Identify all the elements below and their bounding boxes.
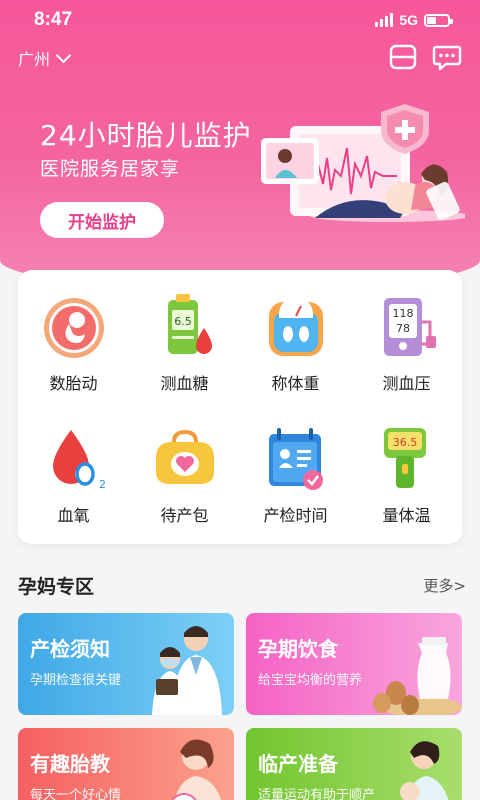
hero-title: 24小时胎儿监护 — [40, 119, 252, 152]
fetal-monitor-illustration — [261, 104, 465, 222]
card-pregnancy-diet[interactable]: 孕期饮食 给宝宝均衡的营养 — [246, 613, 462, 715]
checkup-calendar-icon — [268, 428, 323, 490]
tool-maternity-bag[interactable]: 待产包 — [129, 424, 240, 526]
tool-label: 血氧 — [57, 506, 90, 525]
tool-label: 测血糖 — [160, 374, 209, 393]
battery-icon — [424, 13, 453, 27]
glucose-value: 6.5 — [174, 315, 192, 328]
temperature-value: 36.5 — [392, 436, 417, 449]
tool-label: 产检时间 — [263, 506, 328, 525]
scan-icon[interactable] — [388, 42, 418, 72]
status-indicators: 5G — [375, 12, 453, 28]
card-title: 产检须知 — [30, 637, 110, 661]
chevron-down-icon — [55, 47, 72, 63]
header-actions — [388, 42, 462, 72]
tool-label: 测血压 — [382, 374, 431, 393]
glucose-meter-icon: 6.5 — [167, 294, 212, 354]
city-selector[interactable]: 广州 — [18, 46, 72, 70]
blood-oxygen-icon: 2 — [52, 430, 106, 491]
section-title: 孕妈专区 — [18, 576, 95, 598]
card-desc: 每天一个好心情 — [30, 788, 122, 800]
fetus-icon — [43, 298, 104, 358]
signal-icon — [375, 13, 394, 27]
card-desc: 给宝宝均衡的营养 — [258, 673, 363, 688]
card-title: 有趣胎教 — [30, 752, 110, 776]
tool-blood-glucose[interactable]: 6.5 测血糖 — [129, 292, 240, 394]
tool-fetal-movement[interactable]: 数胎动 — [18, 292, 129, 394]
doctors-illustration — [152, 626, 222, 715]
tools-card: 数胎动 6.5 测血糖 称体重 118 78 测血压 2 血氧 待产包 产检时间… — [18, 270, 462, 544]
card-prenatal-education[interactable]: 有趣胎教 每天一个好心情 — [18, 728, 234, 800]
card-desc: 适量运动有助于顺产 — [258, 788, 376, 800]
mother-baby-illustration — [400, 741, 449, 800]
oxygen-subscript: 2 — [99, 478, 106, 491]
more-link[interactable]: 更多> — [423, 575, 466, 596]
tool-temperature[interactable]: 36.5 量体温 — [351, 424, 462, 526]
thermometer-icon: 36.5 — [383, 428, 426, 488]
bp-systolic: 118 — [392, 307, 413, 320]
message-icon[interactable] — [432, 42, 462, 72]
start-monitoring-button[interactable]: 开始监护 — [40, 202, 164, 238]
blood-pressure-icon: 118 78 — [383, 298, 436, 356]
milk-eggs-illustration — [373, 637, 462, 715]
bp-diastolic: 78 — [396, 322, 410, 335]
tool-label: 量体温 — [382, 506, 431, 525]
card-desc: 孕期检查很关键 — [30, 673, 122, 688]
hero-subtitle: 医院服务居家享 — [40, 158, 181, 180]
pregnant-woman-illustration — [171, 739, 222, 800]
tool-blood-pressure[interactable]: 118 78 测血压 — [351, 292, 462, 394]
card-labor-prep[interactable]: 临产准备 适量运动有助于顺产 — [246, 728, 462, 800]
tool-label: 数胎动 — [49, 374, 98, 393]
app-screen: 8:47 5G 广州 24小时胎儿监护 医院服务居家享 开始监护 数胎动 6.5… — [0, 0, 480, 800]
network-label: 5G — [399, 12, 418, 28]
status-time: 8:47 — [34, 9, 73, 30]
card-title: 孕期饮食 — [258, 637, 338, 661]
city-label: 广州 — [18, 50, 51, 69]
tool-label: 称体重 — [271, 374, 320, 393]
tool-checkup-time[interactable]: 产检时间 — [240, 424, 351, 526]
tool-label: 待产包 — [160, 506, 209, 525]
card-checkup-notice[interactable]: 产检须知 孕期检查很关键 — [18, 613, 234, 715]
card-title: 临产准备 — [258, 752, 338, 776]
scale-icon — [268, 297, 323, 356]
tool-weight[interactable]: 称体重 — [240, 292, 351, 394]
maternity-bag-icon — [155, 429, 214, 484]
tool-blood-oxygen[interactable]: 2 血氧 — [18, 424, 129, 526]
status-bar: 8:47 5G — [0, 0, 480, 40]
